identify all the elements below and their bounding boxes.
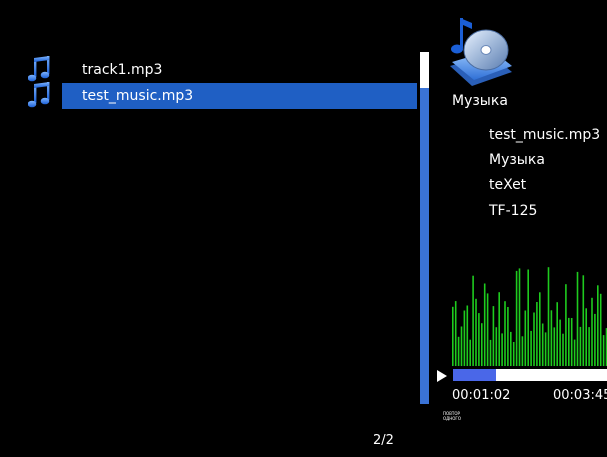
visualizer-bar bbox=[504, 301, 506, 366]
visualizer-bar bbox=[576, 271, 579, 366]
visualizer-bar bbox=[510, 331, 512, 366]
visualizer-bar bbox=[570, 318, 573, 366]
visualizer-bar bbox=[568, 317, 570, 366]
visualizer-bar bbox=[541, 323, 544, 366]
visualizer-bar bbox=[483, 283, 486, 366]
play-icon[interactable] bbox=[437, 370, 447, 382]
total-time: 00:03:45 bbox=[553, 388, 607, 403]
visualizer-bar bbox=[489, 339, 492, 366]
visualizer-bar bbox=[486, 293, 489, 366]
visualizer-bar bbox=[594, 313, 596, 366]
list-item-label: test_music.mp3 bbox=[82, 88, 194, 104]
visualizer-bar bbox=[539, 292, 541, 366]
elapsed-time: 00:01:02 bbox=[452, 388, 511, 403]
visualizer-bar bbox=[475, 298, 477, 366]
visualizer-bar bbox=[588, 327, 590, 366]
visualizer-bar bbox=[530, 330, 532, 366]
visualizer-bar bbox=[559, 319, 561, 366]
visualizer-bar bbox=[536, 302, 538, 366]
visualizer-bar bbox=[521, 336, 524, 366]
visualizer-bar bbox=[553, 327, 556, 366]
visualizer-bar bbox=[597, 285, 599, 366]
visualizer-bar bbox=[457, 336, 460, 366]
progress-bar-fill bbox=[453, 369, 497, 381]
visualizer-bar bbox=[518, 268, 521, 366]
visualizer-bar bbox=[452, 306, 454, 366]
visualizer-bar bbox=[469, 339, 471, 366]
visualizer-bar bbox=[507, 307, 509, 366]
track-title: test_music.mp3 bbox=[489, 127, 601, 143]
visualizer-bar bbox=[556, 302, 558, 366]
visualizer-bar bbox=[460, 326, 463, 366]
visualizer-bar bbox=[512, 342, 515, 366]
visualizer-bar bbox=[582, 275, 585, 366]
visualizer-bar bbox=[481, 323, 483, 366]
visualizer-bar bbox=[544, 332, 547, 366]
album-name: Музыка bbox=[489, 152, 545, 168]
scrollbar-track-fill bbox=[420, 88, 429, 404]
device-model: TF-125 bbox=[489, 203, 538, 219]
visualizer-bar bbox=[562, 333, 564, 366]
visualizer-bar bbox=[498, 292, 500, 366]
list-item-label: track1.mp3 bbox=[82, 62, 163, 78]
spectrum-visualizer bbox=[452, 267, 607, 366]
visualizer-bar bbox=[492, 306, 495, 366]
visualizer-bar bbox=[472, 275, 474, 366]
visualizer-bar bbox=[527, 269, 529, 366]
visualizer-bar bbox=[602, 335, 605, 366]
list-item-test-music[interactable]: test_music.mp3 bbox=[28, 82, 417, 109]
repeat-mode-label: ПОВТОР ОДНОГО bbox=[443, 411, 462, 421]
visualizer-bar bbox=[466, 305, 469, 366]
music-note-icon bbox=[28, 82, 50, 108]
visualizer-bar bbox=[547, 267, 550, 366]
visualizer-bar bbox=[550, 310, 553, 366]
visualizer-bar bbox=[565, 284, 567, 366]
page-counter: 2/2 bbox=[373, 433, 394, 448]
visualizer-bar bbox=[501, 333, 503, 366]
visualizer-bar bbox=[463, 310, 466, 366]
visualizer-bar bbox=[585, 308, 587, 366]
visualizer-bar bbox=[591, 297, 593, 366]
visualizer-bar bbox=[524, 310, 527, 366]
visualizer-bar bbox=[579, 326, 582, 366]
visualizer-bar bbox=[495, 327, 498, 366]
visualizer-bar bbox=[599, 293, 602, 366]
visualizer-bar bbox=[478, 313, 480, 366]
visualizer-bar bbox=[515, 270, 518, 366]
list-item-track1[interactable]: track1.mp3 bbox=[28, 56, 417, 83]
category-label: Музыка bbox=[452, 93, 508, 109]
artist-name: teXet bbox=[489, 177, 527, 193]
visualizer-bar bbox=[454, 301, 457, 366]
music-cd-icon bbox=[450, 18, 512, 86]
scrollbar-thumb[interactable] bbox=[420, 52, 429, 88]
visualizer-bar bbox=[533, 312, 535, 366]
visualizer-bar bbox=[573, 339, 576, 366]
